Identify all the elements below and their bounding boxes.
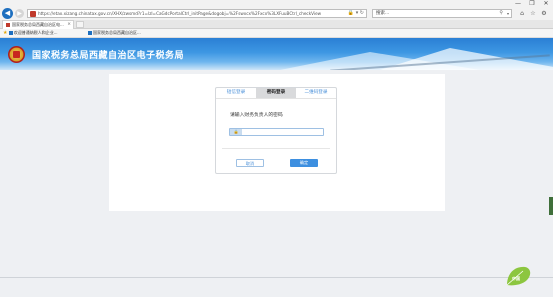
login-tabs: 短信登录 密码登录 二维码登录 (216, 88, 336, 99)
forward-arrow-icon: ▶ (17, 10, 22, 17)
maximize-button[interactable]: ❐ (525, 0, 539, 7)
settings-gear-icon[interactable]: ⚙ (540, 10, 548, 18)
tab-qrcode-login[interactable]: 二维码登录 (296, 88, 336, 98)
favorites-star-icon[interactable]: ☆ (529, 10, 537, 18)
password-prompt: 请输入财务负责人的密码 (230, 113, 283, 118)
tax-emblem-logo (8, 46, 25, 63)
footer-logo-text: 中国 (512, 276, 520, 281)
mountain-decoration (380, 48, 553, 70)
confirm-button[interactable]: 确定 (290, 159, 318, 167)
search-dropdown-icon[interactable]: ▾ (507, 10, 509, 17)
footer-divider (0, 277, 553, 278)
tab-title: 国家税务总局西藏自治区电... (12, 22, 64, 27)
address-bar[interactable]: https://etax.xizang.chinatax.gov.cn/XHX/… (27, 9, 367, 18)
divider (222, 148, 330, 149)
search-icon[interactable]: ⚲ (499, 10, 503, 17)
tab-close-icon[interactable]: × (67, 21, 71, 29)
url-text[interactable]: https://etax.xizang.chinatax.gov.cn/XHX/… (38, 10, 338, 17)
forward-button[interactable]: ▶ (15, 9, 24, 18)
bookmark-item-2[interactable]: 国家税务总局西藏自治区... (88, 29, 141, 37)
bookmarks-bar: ★ 欢迎普通纳税人和企业... 国家税务总局西藏自治区... (0, 29, 553, 38)
window-title-bar: — ❐ ✕ (0, 0, 553, 7)
back-button[interactable]: ◀ (2, 8, 13, 19)
navigation-bar: ◀ ▶ https://etax.xizang.chinatax.gov.cn/… (0, 7, 553, 20)
star-icon: ★ (3, 30, 8, 36)
tab-strip: 国家税务总局西藏自治区电... × (0, 20, 553, 29)
bookmark-label: 国家税务总局西藏自治区... (93, 30, 141, 35)
lock-icon: 🔒 (230, 129, 242, 135)
password-field[interactable]: 🔒 (229, 128, 324, 136)
site-title: 国家税务总局西藏自治区电子税务局 (32, 51, 185, 61)
tab-favicon-icon (6, 23, 10, 27)
tab-password-login[interactable]: 密码登录 (256, 88, 296, 98)
login-panel: 短信登录 密码登录 二维码登录 请输入财务负责人的密码 🔒 取消 确定 (215, 87, 337, 174)
bookmark-item-1[interactable]: ★ 欢迎普通纳税人和企业... (3, 29, 58, 37)
search-box[interactable]: 搜索... ⚲ ▾ (372, 9, 512, 18)
lock-refresh-icons[interactable]: 🔒 ▾ ↻ (348, 10, 364, 17)
side-feedback-tab[interactable] (549, 197, 553, 215)
close-window-button[interactable]: ✕ (539, 0, 553, 7)
bookmark-favicon-icon (88, 31, 92, 35)
new-tab-button[interactable] (76, 21, 84, 28)
site-header-banner: 国家税务总局西藏自治区电子税务局 (0, 38, 553, 70)
bookmark-label: 欢迎普通纳税人和企业... (13, 30, 58, 35)
home-icon[interactable]: ⌂ (518, 10, 526, 18)
browser-tab[interactable]: 国家税务总局西藏自治区电... × (2, 20, 74, 29)
tab-sms-login[interactable]: 短信登录 (216, 88, 256, 98)
minimize-button[interactable]: — (511, 0, 525, 7)
search-input[interactable]: 搜索... (376, 10, 389, 17)
back-arrow-icon: ◀ (4, 9, 11, 17)
bookmark-favicon-icon (8, 31, 13, 35)
site-favicon-icon (30, 11, 36, 17)
cancel-button[interactable]: 取消 (236, 159, 264, 167)
